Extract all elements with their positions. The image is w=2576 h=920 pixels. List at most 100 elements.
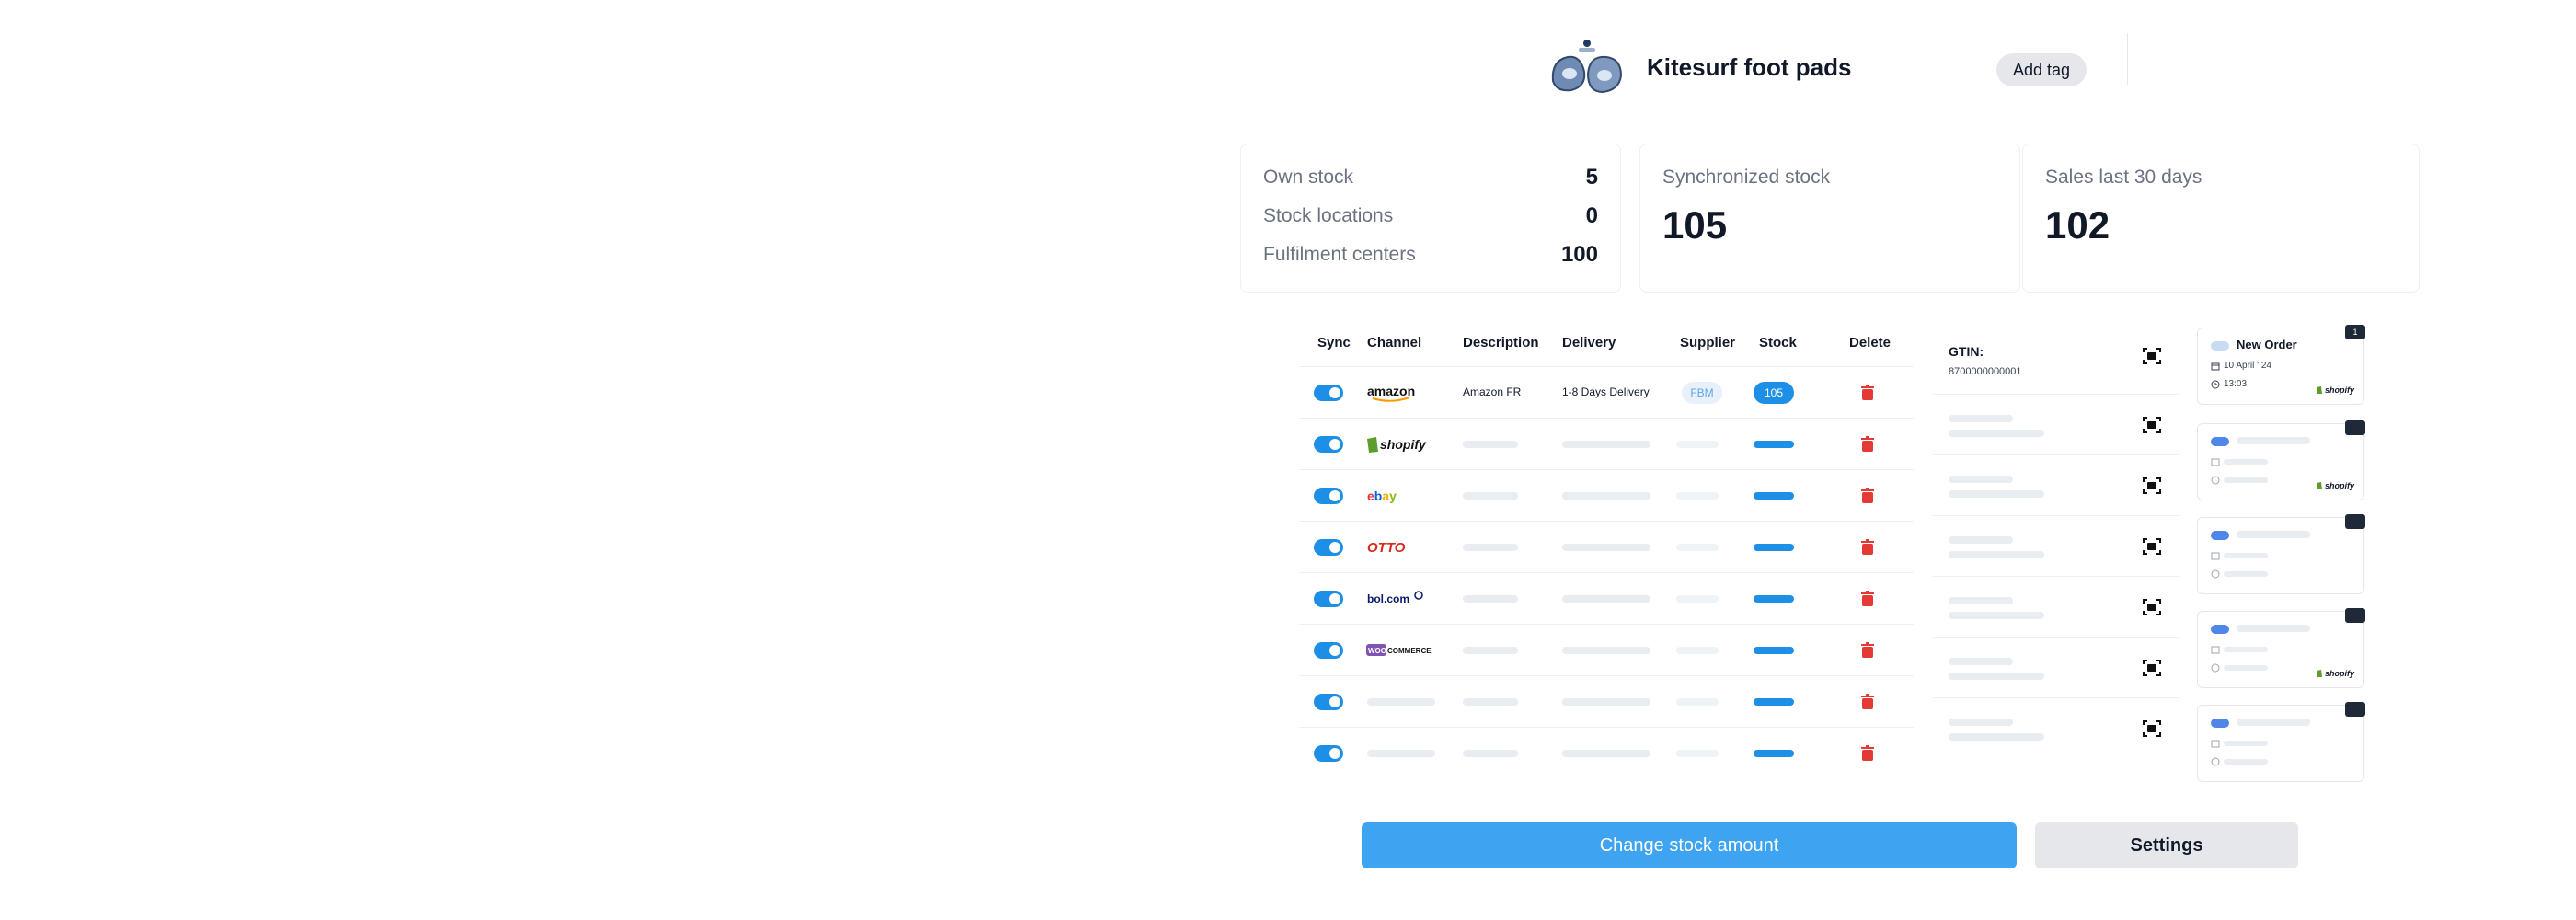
gtin-value-placeholder [1949,490,2044,498]
fulfilment-centers-value: 100 [1560,242,1598,267]
description-placeholder [1463,441,1518,448]
gtin-label-placeholder [1949,597,2013,604]
clock-icon [2211,569,2220,579]
shopify-mini-logo: shopify [2316,669,2354,678]
stock-bar [1754,595,1794,603]
gtin-panel: GTIN: 8700000000001 [1932,324,2180,784]
stock-bar [1754,441,1794,448]
description-placeholder [1463,544,1518,551]
clock-icon [2211,663,2220,673]
gtin-row [1932,394,2180,455]
stock-breakdown-card: Own stock 5 Stock locations 0 Fulfilment… [1240,144,1621,293]
trash-icon[interactable] [1858,384,1877,402]
trash-icon[interactable] [1858,693,1877,711]
change-stock-button[interactable]: Change stock amount [1362,822,2017,868]
sales-card: Sales last 30 days 102 [2022,144,2420,293]
gtin-value-placeholder [1949,733,2044,741]
gtin-label-placeholder [1949,415,2013,422]
supplier-placeholder [1676,647,1719,654]
barcode-scan-icon[interactable] [2142,719,2162,739]
trash-icon[interactable] [1858,641,1877,660]
table-row: WOO COMMERCE [1299,624,1914,676]
table-row [1299,727,1914,779]
sync-toggle[interactable] [1314,694,1343,710]
barcode-scan-icon[interactable] [2142,476,2162,496]
product-image [1547,37,1627,98]
order-date-placeholder [2224,647,2268,652]
delivery-cell: 1-8 Days Delivery [1562,385,1650,398]
supplier-placeholder [1676,544,1719,551]
barcode-scan-icon[interactable] [2142,658,2162,678]
barcode-scan-icon[interactable] [2142,415,2162,435]
gtin-row [1932,515,2180,577]
order-card[interactable]: 1 New Order 10 April ' 24 13:03 shopify [2197,325,2365,405]
stock-locations-label: Stock locations [1263,205,1394,226]
fulfilment-centers-label: Fulfilment centers [1263,244,1416,265]
gtin-label-placeholder [1949,536,2013,544]
supplier-placeholder [1676,750,1719,757]
order-count-badge [2345,608,2365,623]
sync-toggle[interactable] [1314,745,1343,762]
barcode-scan-icon[interactable] [2142,536,2162,557]
stock-bar [1754,698,1794,706]
sync-toggle[interactable] [1314,591,1343,607]
shopify-mini-label: shopify [2324,481,2354,490]
order-count-badge [2345,420,2365,435]
sync-toggle[interactable] [1314,436,1343,453]
gtin-value-placeholder [1949,430,2044,437]
sync-toggle[interactable] [1314,385,1343,401]
sales-value: 102 [2045,203,2110,247]
delivery-placeholder [1562,544,1650,551]
trash-icon[interactable] [1858,487,1877,505]
supplier-placeholder [1676,441,1719,448]
trash-icon[interactable] [1858,744,1877,763]
gtin-value-placeholder [1949,612,2044,619]
delivery-placeholder [1562,647,1650,654]
sync-toggle[interactable] [1314,488,1343,504]
synchronized-stock-value: 105 [1662,203,1728,247]
supplier-placeholder [1676,698,1719,706]
order-date-placeholder [2224,459,2268,465]
own-stock-value: 5 [1585,165,1598,190]
order-card[interactable] [2197,702,2365,782]
order-time-placeholder [2224,665,2268,671]
sync-toggle[interactable] [1314,539,1343,556]
order-title-placeholder [2237,719,2310,726]
ebay-logo: ebay [1365,485,1402,507]
sync-toggle[interactable] [1314,642,1343,659]
description-placeholder [1463,595,1518,603]
add-tag-button[interactable]: Add tag [1996,53,2087,86]
gtin-row [1932,697,2180,759]
gtin-row: GTIN: 8700000000001 [1932,324,2180,394]
order-count-badge: 1 [2345,325,2365,339]
table-row: amazon Amazon FR 1-8 Days Delivery FBM 1… [1299,366,1914,419]
order-count-badge [2345,702,2365,717]
order-card[interactable]: shopify [2197,608,2365,688]
header-delivery: Delivery [1562,335,1616,351]
own-stock-label: Own stock [1263,167,1354,188]
order-time-placeholder [2224,477,2268,483]
trash-icon[interactable] [1858,435,1877,454]
stock-badge: 105 [1754,382,1794,404]
header-delete: Delete [1849,335,1892,351]
clock-icon [2211,476,2220,485]
settings-button[interactable]: Settings [2035,822,2298,868]
order-card[interactable] [2197,514,2365,594]
calendar-icon [2211,552,2220,560]
shopify-logo: shopify [1365,433,1430,455]
barcode-scan-icon[interactable] [2142,597,2162,617]
table-row: bol.com [1299,572,1914,625]
amazon-logo: amazon [1365,382,1417,404]
svg-text:COMMERCE: COMMERCE [1387,647,1432,655]
order-chip [2211,625,2229,634]
order-card[interactable]: shopify [2197,420,2365,500]
svg-text:OTTO: OTTO [1367,540,1406,556]
gtin-value: 8700000000001 [1949,366,2022,377]
order-time-placeholder [2224,759,2268,765]
barcode-scan-icon[interactable] [2142,346,2162,366]
trash-icon[interactable] [1858,590,1877,608]
clock-icon [2211,380,2220,389]
order-title-placeholder [2237,625,2310,632]
stock-bar [1754,647,1794,654]
trash-icon[interactable] [1858,538,1877,557]
